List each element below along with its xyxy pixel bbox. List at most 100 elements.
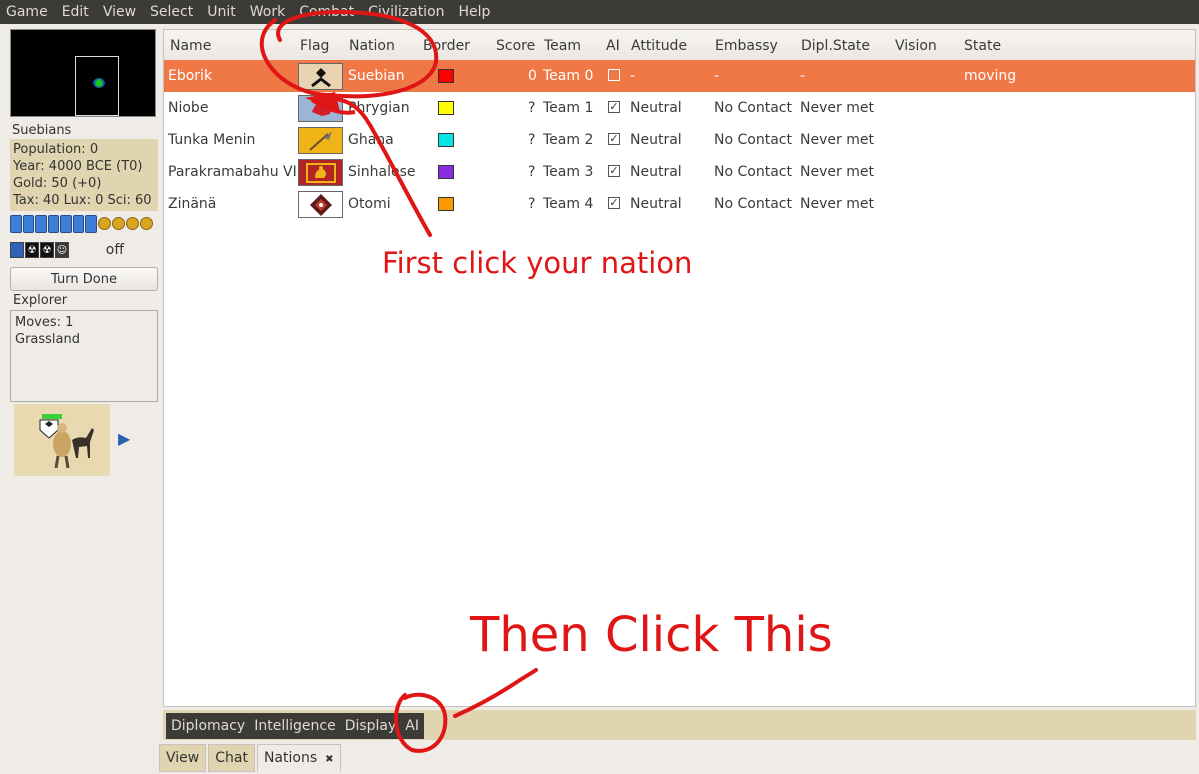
display-button[interactable]: Display	[345, 718, 397, 734]
table-row[interactable]: Eborik Suebian 0 Team 0 - - - moving	[164, 60, 1195, 92]
header-nation[interactable]: Nation	[349, 38, 395, 54]
border-color-swatch	[438, 133, 454, 147]
tax-indicator-icon[interactable]	[47, 215, 59, 233]
tab-chat[interactable]: Chat	[208, 744, 255, 772]
attitude: -	[630, 68, 636, 84]
embassy: No Contact	[714, 164, 792, 180]
header-attitude[interactable]: Attitude	[631, 38, 687, 54]
header-border[interactable]: Border	[423, 38, 470, 54]
nation-name: Sinhalese	[348, 164, 416, 180]
menu-game[interactable]: Game	[4, 4, 60, 20]
player-name: Eborik	[168, 68, 213, 84]
annotation-then-click: Then Click This	[470, 607, 833, 663]
tab-chat-label: Chat	[215, 750, 248, 766]
header-team[interactable]: Team	[544, 38, 581, 54]
header-ai[interactable]: AI	[606, 38, 620, 54]
border-color-swatch	[438, 69, 454, 83]
table-row[interactable]: Zinänä Otomi ? Team 4 ✓ Neutral No Conta…	[164, 188, 1195, 220]
menu-civilization[interactable]: Civilization	[366, 4, 456, 20]
nations-action-bar: Diplomacy Intelligence Display AI	[163, 710, 1196, 740]
tax-indicator-icon[interactable]	[22, 215, 34, 233]
player-name: Parakramabahu VI	[168, 164, 297, 180]
team: Team 1	[543, 100, 594, 116]
nations-table: Name Flag Nation Border Score Team AI At…	[163, 29, 1196, 707]
dipl-state: Never met	[800, 164, 874, 180]
status-off-label: off	[105, 242, 124, 258]
menu-view[interactable]: View	[101, 4, 148, 20]
header-dipl-state[interactable]: Dipl.State	[801, 38, 870, 54]
research-icon	[10, 242, 24, 258]
dipl-state: -	[800, 68, 806, 84]
ai-checkbox[interactable]: ✓	[608, 165, 620, 177]
border-color-swatch	[438, 165, 454, 179]
intelligence-button[interactable]: Intelligence	[254, 718, 335, 734]
header-embassy[interactable]: Embassy	[715, 38, 778, 54]
embassy: No Contact	[714, 100, 792, 116]
government-icon: ☺	[55, 242, 69, 258]
phrygian-flag-icon	[298, 95, 343, 122]
player-name: Zinänä	[168, 196, 217, 212]
menu-edit[interactable]: Edit	[60, 4, 101, 20]
table-row[interactable]: Tunka Menin Ghana ? Team 2 ✓ Neutral No …	[164, 124, 1195, 156]
dipl-state: Never met	[800, 100, 874, 116]
header-flag[interactable]: Flag	[300, 38, 329, 54]
header-vision[interactable]: Vision	[895, 38, 937, 54]
ai-checkbox[interactable]: ✓	[608, 197, 620, 209]
global-warming-icon: ☢	[25, 242, 39, 258]
menu-combat[interactable]: Combat	[297, 4, 366, 20]
attitude: Neutral	[630, 164, 682, 180]
tab-view[interactable]: View	[159, 744, 207, 772]
tax-indicator-icon[interactable]	[85, 215, 97, 233]
gold-indicator-icon[interactable]	[125, 217, 139, 230]
ai-button[interactable]: AI	[405, 718, 419, 734]
gold-indicator-icon[interactable]	[97, 217, 111, 230]
menu-help[interactable]: Help	[457, 4, 503, 20]
tax-indicator-icon[interactable]	[60, 215, 72, 233]
close-tab-icon[interactable]: ✖	[325, 754, 333, 765]
header-score[interactable]: Score	[496, 38, 535, 54]
attitude: Neutral	[630, 100, 682, 116]
player-name: Tunka Menin	[168, 132, 256, 148]
tax-indicator-icon[interactable]	[35, 215, 47, 233]
tab-nations[interactable]: Nations ✖	[256, 744, 341, 772]
next-unit-arrow-icon[interactable]: ▶	[118, 429, 130, 448]
ai-checkbox[interactable]: ✓	[608, 101, 620, 113]
attitude: Neutral	[630, 196, 682, 212]
left-panel: Suebians Population: 0 Year: 4000 BCE (T…	[0, 24, 160, 774]
gold-indicator-icon[interactable]	[111, 217, 125, 230]
table-row[interactable]: Niobe Phrygian ? Team 1 ✓ Neutral No Con…	[164, 92, 1195, 124]
nations-action-menu: Diplomacy Intelligence Display AI	[166, 713, 424, 739]
annotation-first-click: First click your nation	[382, 246, 693, 280]
team: Team 4	[543, 196, 594, 212]
table-row[interactable]: Parakramabahu VI Sinhalese ? Team 3 ✓ Ne…	[164, 156, 1195, 188]
nation-name: Ghana	[348, 132, 394, 148]
nation-name: Suebian	[348, 68, 405, 84]
turn-done-button[interactable]: Turn Done	[10, 267, 158, 291]
menu-select[interactable]: Select	[148, 4, 205, 20]
ai-checkbox[interactable]: ✓	[608, 133, 620, 145]
tax-rates-indicators[interactable]	[10, 215, 160, 235]
menu-unit[interactable]: Unit	[205, 4, 248, 20]
tab-view-label: View	[166, 750, 200, 766]
header-name[interactable]: Name	[170, 38, 211, 54]
tax-indicator-icon[interactable]	[72, 215, 84, 233]
embassy: No Contact	[714, 196, 792, 212]
otomi-flag-icon	[298, 191, 343, 218]
header-state[interactable]: State	[964, 38, 1001, 54]
nation-name: Otomi	[348, 196, 391, 212]
gold-label: Gold: 50 (+0)	[13, 176, 102, 191]
gold-indicator-icon[interactable]	[139, 217, 153, 230]
diplomacy-button[interactable]: Diplomacy	[171, 718, 245, 734]
border-color-swatch	[438, 101, 454, 115]
ai-checkbox[interactable]	[608, 69, 620, 81]
explorer-unit-icon[interactable]	[14, 404, 110, 476]
dipl-state: Never met	[800, 196, 874, 212]
minimap[interactable]	[10, 29, 156, 117]
ghana-flag-icon	[298, 127, 343, 154]
menu-work[interactable]: Work	[248, 4, 297, 20]
menu-bar: Game Edit View Select Unit Work Combat C…	[0, 0, 1199, 24]
table-header: Name Flag Nation Border Score Team AI At…	[164, 30, 1195, 61]
embassy: No Contact	[714, 132, 792, 148]
score: 0	[528, 68, 537, 84]
tax-indicator-icon[interactable]	[10, 215, 22, 233]
